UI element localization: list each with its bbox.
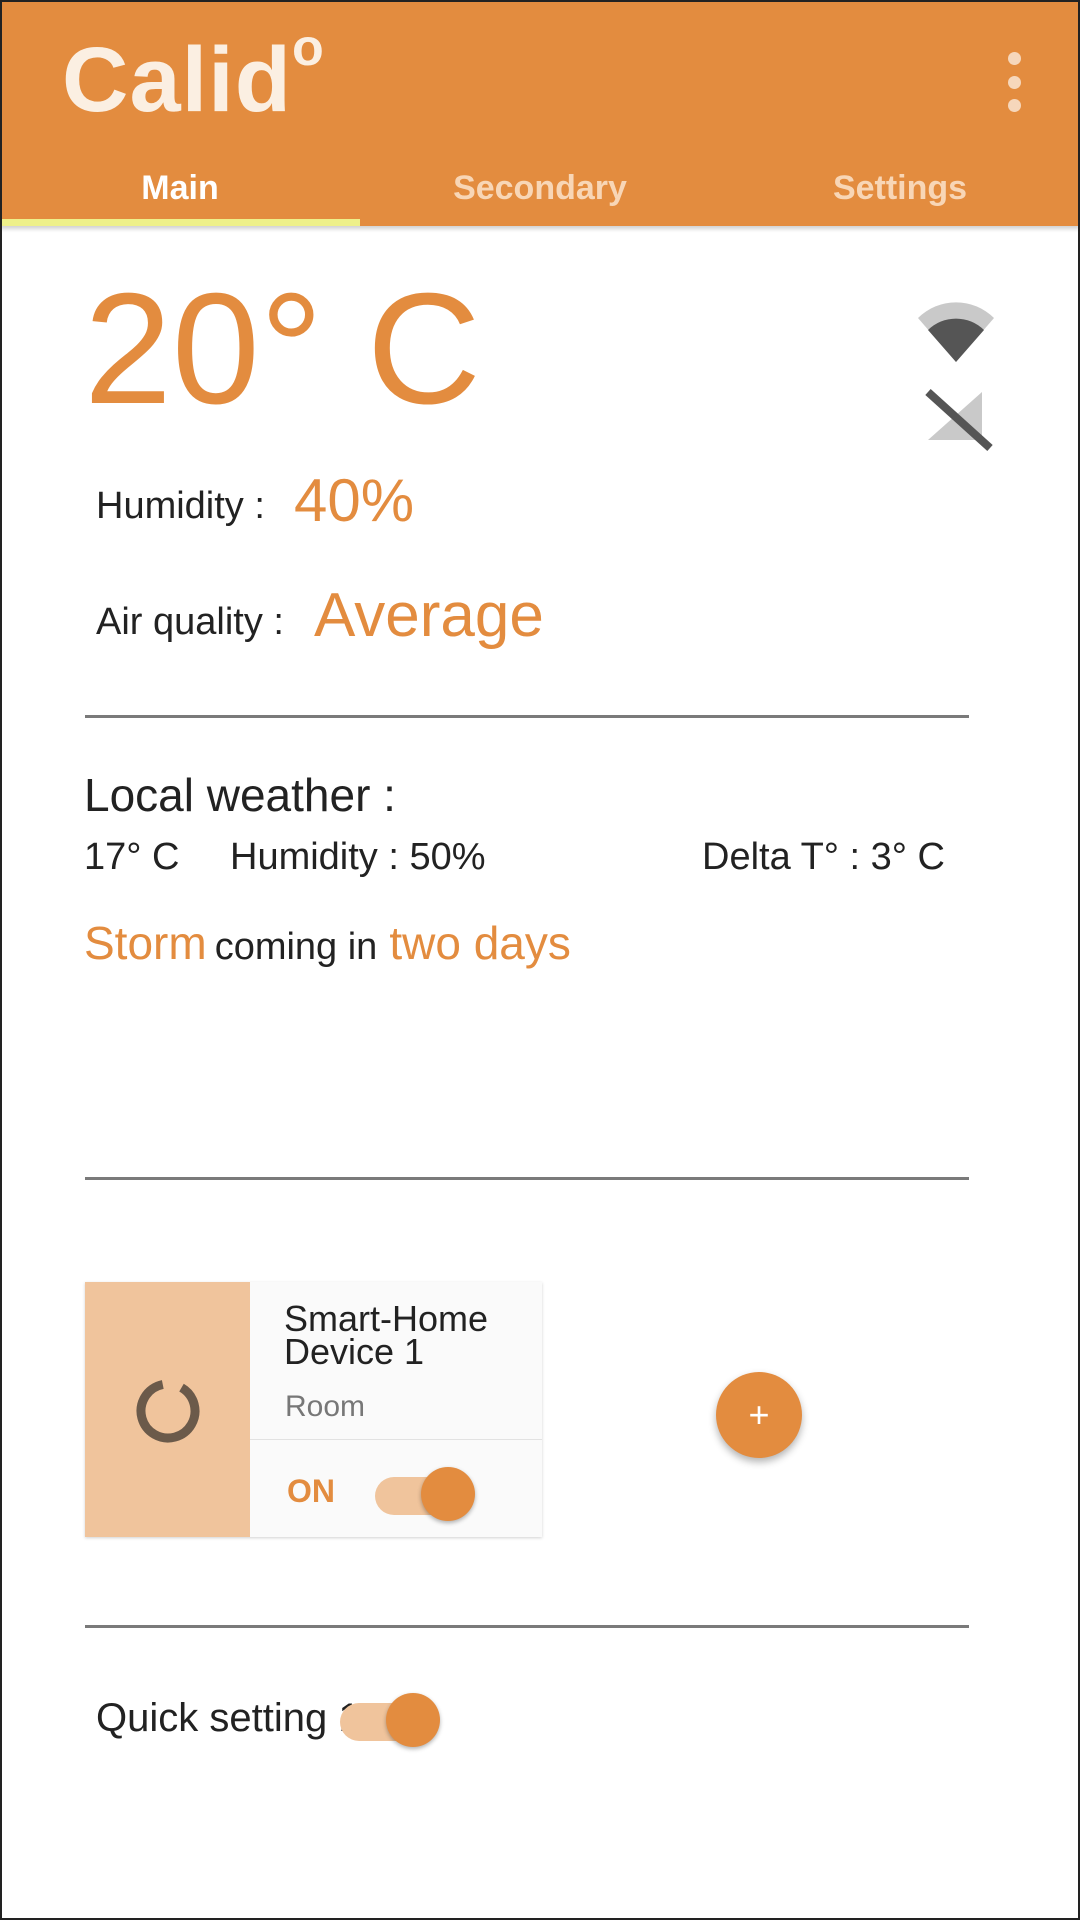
app-title: Calido <box>62 19 325 131</box>
weather-humidity: Humidity : 50% <box>230 836 486 878</box>
loading-icon <box>136 1379 200 1443</box>
weather-delta: Delta T° : 3° C <box>702 836 945 878</box>
add-device-button[interactable]: + <box>716 1372 802 1458</box>
divider <box>85 715 969 718</box>
toggle-thumb <box>386 1693 440 1747</box>
humidity-value: 40% <box>294 467 415 534</box>
quick-setting-toggle[interactable] <box>340 1689 440 1747</box>
forecast-line: Storm coming in two days <box>84 916 571 970</box>
device-media <box>85 1282 250 1537</box>
tab-secondary[interactable]: Secondary <box>360 162 720 226</box>
device-name: Smart-Home Device 1 <box>284 1298 489 1372</box>
tab-indicator <box>0 219 360 226</box>
air-quality-label: Air quality : <box>96 601 284 643</box>
forecast-event: Storm <box>84 917 207 969</box>
tab-settings[interactable]: Settings <box>720 162 1080 226</box>
wifi-icon <box>918 302 994 362</box>
card-divider <box>250 1439 542 1440</box>
toggle-thumb <box>421 1467 475 1521</box>
app-bar: Calido Main Secondary Settings <box>0 0 1080 226</box>
signal-off-icon <box>925 389 993 451</box>
humidity-label: Humidity : <box>96 485 265 527</box>
divider <box>85 1177 969 1180</box>
device-room: Room <box>285 1390 366 1423</box>
air-quality-value: Average <box>314 581 544 650</box>
more-vert-icon[interactable] <box>996 52 1032 112</box>
weather-title: Local weather : <box>84 769 396 821</box>
divider <box>85 1625 969 1628</box>
current-temperature: 20° C <box>84 261 481 437</box>
forecast-connector: coming in <box>214 926 378 968</box>
tab-main[interactable]: Main <box>0 162 360 226</box>
device-state-label: ON <box>287 1473 335 1509</box>
device-toggle[interactable] <box>375 1463 475 1521</box>
quick-setting-label: Quick setting 1 <box>96 1696 361 1740</box>
forecast-time: two days <box>389 917 571 969</box>
weather-temperature: 17° C <box>84 836 180 878</box>
device-card[interactable]: Smart-Home Device 1 Room ON <box>85 1282 542 1537</box>
